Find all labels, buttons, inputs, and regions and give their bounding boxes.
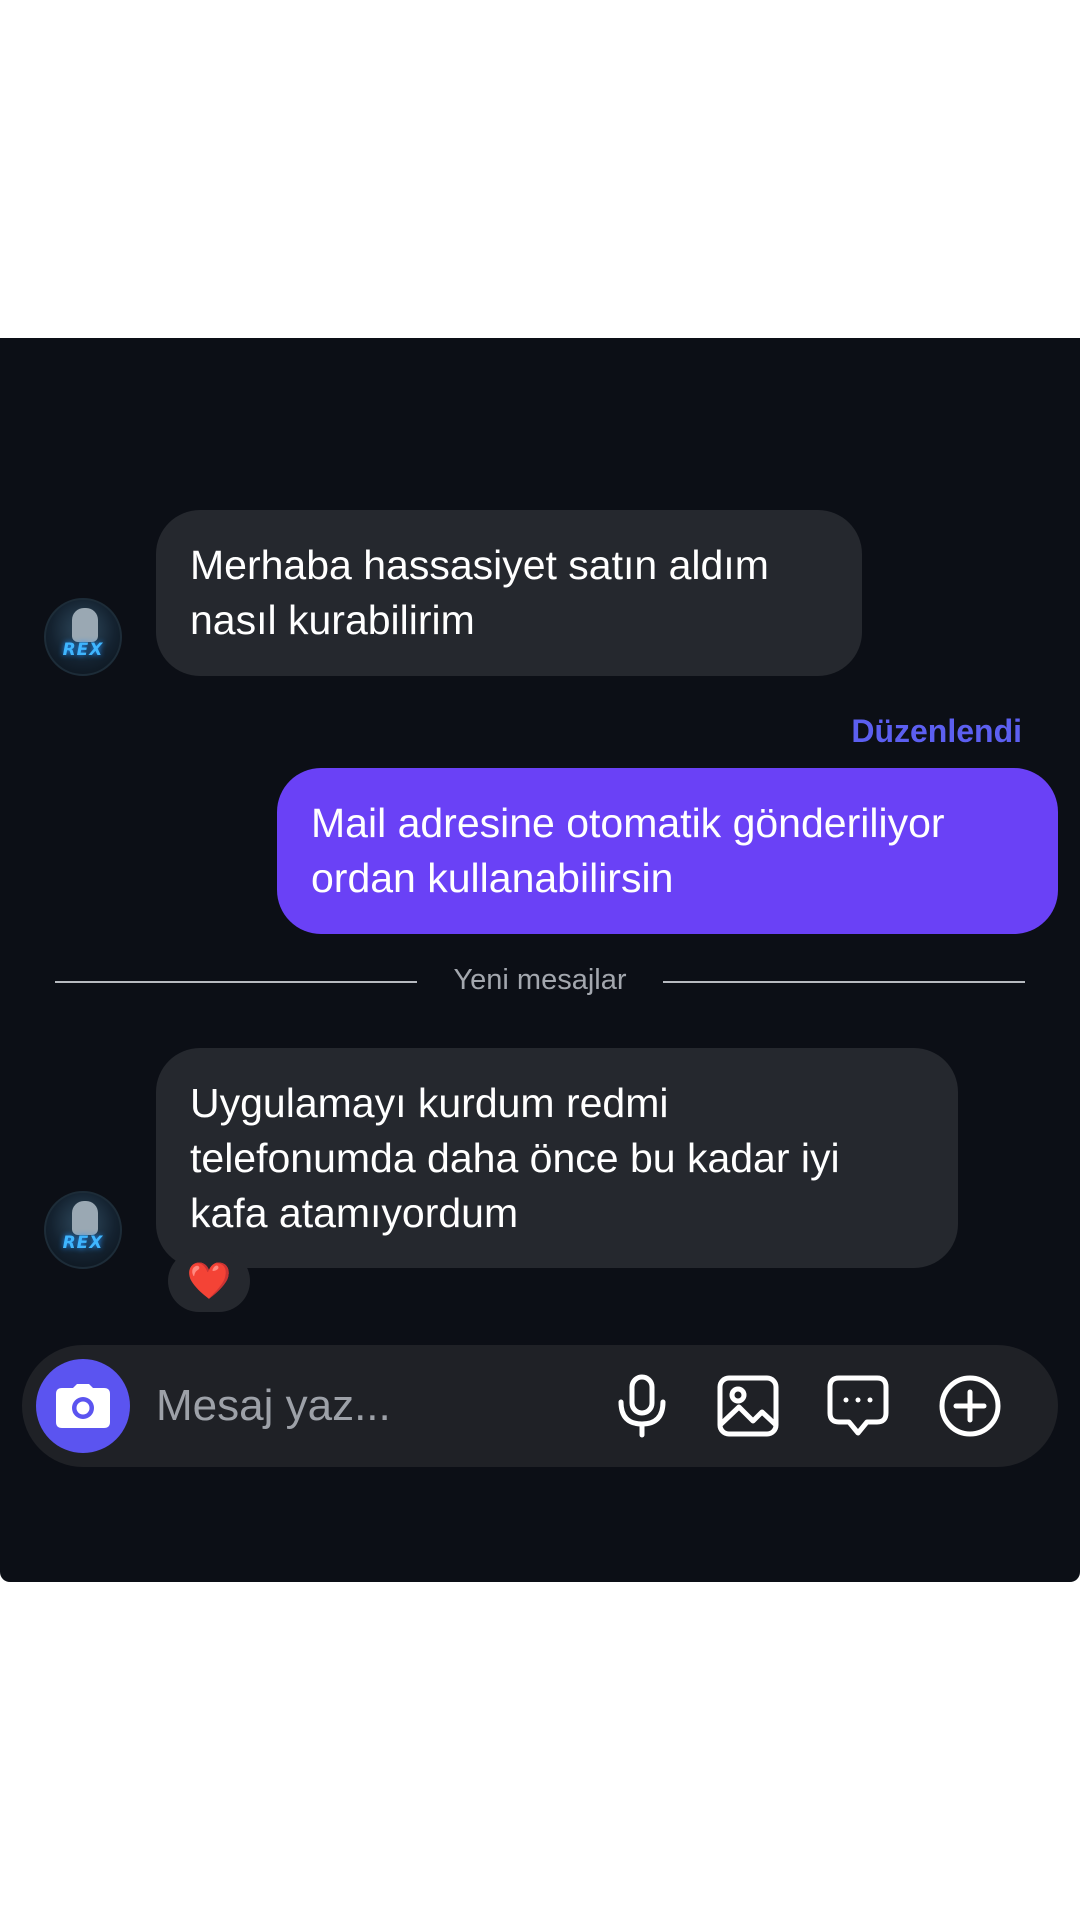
- microphone-icon: [618, 1374, 666, 1438]
- message-input[interactable]: [156, 1375, 576, 1437]
- camera-icon: [56, 1384, 110, 1428]
- incoming-message-bubble[interactable]: Uygulamayı kurdum redmi telefonumda daha…: [156, 1048, 958, 1268]
- avatar[interactable]: REX: [44, 1191, 122, 1269]
- chat-panel: REX Merhaba hassasiyet satın aldım nasıl…: [0, 338, 1080, 1582]
- incoming-message-bubble[interactable]: Merhaba hassasiyet satın aldım nasıl kur…: [156, 510, 862, 676]
- camera-button[interactable]: [36, 1359, 130, 1453]
- chat-bubble-icon: [827, 1375, 889, 1436]
- divider-line-right: [663, 981, 1025, 983]
- message-composer: [22, 1345, 1058, 1467]
- avatar-figure: [72, 1201, 98, 1235]
- message-text-line: kafa atamıyordum: [190, 1190, 519, 1236]
- heart-reaction-icon[interactable]: ❤️: [168, 1250, 250, 1312]
- chat-options-button[interactable]: [824, 1373, 892, 1439]
- plus-circle-icon: [939, 1375, 1001, 1437]
- message-text-line: telefonumda daha önce bu kadar iyi: [190, 1135, 840, 1181]
- message-text-line: ordan kullanabilirsin: [311, 855, 674, 901]
- message-text-line: Uygulamayı kurdum redmi: [190, 1080, 669, 1126]
- avatar-logo: REX: [62, 1233, 104, 1253]
- avatar[interactable]: REX: [44, 598, 122, 676]
- message-text-line: nasıl kurabilirim: [190, 597, 475, 643]
- image-button[interactable]: [714, 1373, 782, 1439]
- outgoing-message-bubble[interactable]: Mail adresine otomatik gönderiliyor orda…: [277, 768, 1058, 934]
- edited-label: Düzenlendi: [851, 713, 1022, 749]
- avatar-logo: REX: [62, 640, 104, 660]
- message-text-line: Mail adresine otomatik gönderiliyor: [311, 800, 945, 846]
- add-button[interactable]: [936, 1373, 1004, 1439]
- message-text-line: Merhaba hassasiyet satın aldım: [190, 542, 769, 588]
- avatar-figure: [72, 608, 98, 642]
- image-icon: [717, 1375, 779, 1437]
- microphone-button[interactable]: [608, 1373, 676, 1439]
